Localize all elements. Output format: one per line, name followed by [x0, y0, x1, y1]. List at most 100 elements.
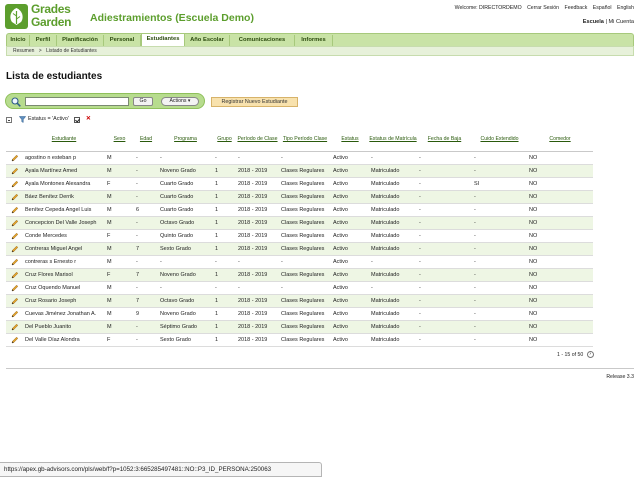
cell-tipo-periodo: - [279, 255, 331, 269]
cell-sexo: M [105, 255, 134, 269]
cell-grupo: 1 [213, 190, 236, 204]
header-estudiante[interactable]: Estudiante [23, 127, 105, 152]
english-link[interactable]: English [617, 5, 634, 11]
breadcrumb-resumen[interactable]: Resumen [13, 48, 34, 54]
magnifier-icon[interactable] [11, 97, 21, 107]
tab-comunicaciones[interactable]: Comunicaciones [230, 35, 295, 46]
cell-fecha-baja: - [417, 177, 472, 191]
pencil-icon[interactable] [11, 284, 19, 292]
edit-cell [6, 229, 23, 243]
tab-ano-escolar[interactable]: Año Escolar [185, 35, 230, 46]
pencil-icon[interactable] [11, 271, 19, 279]
cell-tipo-periodo: Clases Regulares [279, 294, 331, 308]
pencil-icon[interactable] [11, 245, 19, 253]
cell-programa: - [158, 281, 213, 295]
cell-estatus-matricula: Matriculado [369, 203, 417, 217]
cell-estatus-matricula: Matriculado [369, 164, 417, 178]
browser-status-bar: https://apex.gb-advisors.com/pls/web/f?p… [0, 462, 322, 477]
cell-estudiante: Cuevas Jiménez Jonathan A. [23, 307, 105, 321]
pencil-icon[interactable] [11, 232, 19, 240]
header-sexo[interactable]: Sexo [105, 127, 134, 152]
header-fecha-baja[interactable]: Fecha de Baja [417, 127, 472, 152]
collapse-filter-icon[interactable] [6, 116, 12, 123]
header-periodo-clase[interactable]: Período de Clase [236, 127, 279, 152]
cell-tipo-periodo: Clases Regulares [279, 229, 331, 243]
pencil-icon[interactable] [11, 258, 19, 266]
cell-grupo: 1 [213, 268, 236, 282]
cell-fecha-baja: - [417, 307, 472, 321]
pencil-icon[interactable] [11, 323, 19, 331]
actions-menu-button[interactable]: Actions ▾ [161, 97, 199, 106]
feedback-link[interactable]: Feedback [565, 5, 588, 11]
page-title: Lista de estudiantes [6, 71, 103, 82]
header-programa[interactable]: Programa [158, 127, 213, 152]
pencil-icon[interactable] [11, 310, 19, 318]
app-title: Adiestramientos (Escuela Demo) [90, 12, 254, 24]
tab-informes[interactable]: Informes [295, 35, 333, 46]
pencil-icon[interactable] [11, 206, 19, 214]
cell-tipo-periodo: Clases Regulares [279, 307, 331, 321]
cell-estudiante: Conde Mercedes [23, 229, 105, 243]
table-row: Del Pueblo Juanito M - Séptimo Grado 1 2018 -… [6, 320, 593, 334]
cell-estudiante: agostino n esteban p [23, 151, 105, 165]
pencil-icon[interactable] [11, 193, 19, 201]
remove-filter-icon[interactable]: ✕ [86, 115, 91, 124]
filter-label[interactable]: Estatus = 'Activo' [28, 115, 69, 124]
cell-sexo: F [105, 333, 134, 347]
cell-grupo: 1 [213, 320, 236, 334]
cell-estatus: Activo [331, 151, 369, 165]
cell-fecha-baja: - [417, 203, 472, 217]
table-body: agostino n esteban p M - - - - - Activo - - - NO Aya… [6, 151, 593, 347]
school-link[interactable]: Escuela [583, 19, 604, 25]
cell-estudiante: Del Valle Díaz Alondra [23, 333, 105, 347]
tab-perfil[interactable]: Perfil [30, 35, 57, 46]
header-tipo-periodo[interactable]: Tipo Período Clase [279, 127, 331, 152]
pencil-icon[interactable] [11, 336, 19, 344]
pencil-icon[interactable] [11, 219, 19, 227]
spanish-link[interactable]: Español [593, 5, 612, 11]
cell-estudiante: Contreras Miguel Angel [23, 242, 105, 256]
chevron-down-icon: ▾ [187, 98, 191, 104]
header-grupo[interactable]: Grupo [213, 127, 236, 152]
cell-grupo: 1 [213, 177, 236, 191]
pencil-icon[interactable] [11, 154, 19, 162]
cell-programa: Octavo Grado [158, 294, 213, 308]
pencil-icon[interactable] [11, 297, 19, 305]
grades-garden-logo[interactable]: Grades Garden [5, 3, 83, 30]
cell-cuido-extendido: - [472, 281, 527, 295]
cell-sexo: F [105, 177, 134, 191]
header-edad[interactable]: Edad [134, 127, 158, 152]
header-comedor[interactable]: Comedor [527, 127, 593, 152]
cell-edad: - [134, 151, 158, 165]
cell-tipo-periodo: Clases Regulares [279, 320, 331, 334]
cell-comedor: NO [527, 320, 593, 334]
tab-personal[interactable]: Personal [104, 35, 141, 46]
edit-cell [6, 307, 23, 321]
go-button[interactable]: Go [133, 97, 153, 106]
pencil-icon[interactable] [11, 167, 19, 175]
cell-sexo: M [105, 242, 134, 256]
cell-estatus-matricula: Matriculado [369, 177, 417, 191]
register-student-button[interactable]: Registrar Nuevo Estudiante [211, 97, 298, 107]
tab-planificacion[interactable]: Planificación [57, 35, 104, 46]
header-estatus[interactable]: Estatus [331, 127, 369, 152]
filter-enabled-checkbox[interactable] [74, 116, 81, 123]
cell-comedor: NO [527, 307, 593, 321]
cell-periodo-clase: 2018 - 2019 [236, 229, 279, 243]
logout-link[interactable]: Cerrar Sesión [527, 5, 559, 11]
cell-programa: Noveno Grado [158, 164, 213, 178]
cell-periodo-clase: - [236, 151, 279, 165]
footer-divider [6, 368, 634, 369]
my-account-link[interactable]: Mi Cuenta [609, 19, 635, 25]
cell-cuido-extendido: - [472, 294, 527, 308]
next-page-icon[interactable]: › [586, 351, 594, 358]
cell-programa: Noveno Grado [158, 307, 213, 321]
cell-sexo: M [105, 190, 134, 204]
cell-programa: Quinto Grado [158, 229, 213, 243]
search-input[interactable] [25, 97, 129, 106]
cell-cuido-extendido: - [472, 255, 527, 269]
header-cuido-extendido[interactable]: Cuido Extendido [472, 127, 527, 152]
header-estatus-matricula[interactable]: Estatus de Matrícula [369, 127, 417, 152]
pencil-icon[interactable] [11, 180, 19, 188]
tab-inicio[interactable]: Inicio [7, 35, 30, 46]
